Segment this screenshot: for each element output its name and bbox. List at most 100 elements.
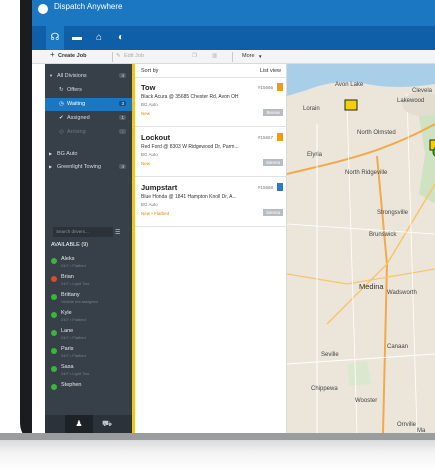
create-job-button[interactable]: Create Job (58, 53, 86, 59)
driver-name: Brittany (61, 292, 80, 298)
app-title: Dispatch Anywhere (54, 2, 123, 11)
plus-icon[interactable]: + (50, 50, 55, 59)
sidebar-item-offers[interactable]: ↻ Offers (45, 84, 132, 97)
driver-search-input[interactable]: Search drivers... (53, 227, 113, 237)
driver-row[interactable]: Stephen (45, 382, 132, 398)
driver-detail: 24/7 • Flatbed (61, 335, 86, 340)
driver-name: Sasa (61, 364, 74, 370)
copy-icon[interactable]: ❐ (192, 53, 197, 59)
sidebar-bottom-bar: ♟ ⛟ (45, 415, 132, 433)
job-card[interactable]: Jumpstart #15668 Blue Honda @ 1841 Hampton… (135, 179, 287, 227)
toolbar-divider (112, 52, 113, 62)
driver-row[interactable]: Kyle 24/7 • Flatbed (45, 310, 132, 326)
driver-detail: Vehicle not assigned (61, 299, 98, 304)
driver-detail: 24/7 • Light Tow (61, 281, 90, 286)
available-header[interactable]: AVAILABLE (9) (51, 242, 88, 248)
map-canvas[interactable] (287, 64, 435, 433)
map-label: Wadsworth (387, 290, 417, 296)
job-number: #15668 (257, 185, 273, 190)
highway (376, 155, 389, 433)
driver-status-dot (51, 366, 57, 372)
app-logo-icon (38, 4, 48, 14)
driver-name: Kyle (61, 310, 72, 316)
expand-icon[interactable]: ▶ (49, 164, 52, 169)
driver-detail: 24/7 • Light Tow (61, 371, 90, 376)
job-account: BG Auto (141, 102, 158, 107)
title-bar: Dispatch Anywhere (32, 0, 435, 26)
map-label: Seville (321, 352, 339, 358)
driver-detail: 24/7 • Flatbed (61, 317, 86, 322)
nav-row: ☊ ▬ ⌂ ◐ (32, 26, 435, 50)
sidebar-item-assigned[interactable]: ✔ Assigned 1 (45, 112, 132, 125)
sidebar-item-bg-auto[interactable]: ▶ BG Auto (45, 148, 132, 161)
sort-by-dropdown[interactable]: Sort by (141, 68, 158, 74)
map-label: Elyria (307, 152, 323, 158)
sidebar-item-arriving[interactable]: ◎ Arriving 1 (45, 126, 132, 139)
more-button[interactable]: More (242, 53, 255, 59)
driver-row[interactable]: Lane 24/7 • Flatbed (45, 328, 132, 344)
job-status: New • Flatbed (141, 211, 170, 216)
job-list-header: Sort by List view (135, 64, 287, 78)
map-view[interactable]: Avon Lake Clevela Lakewood Lorain North Olms… (287, 64, 435, 433)
delete-icon[interactable]: ▥ (212, 53, 217, 59)
expand-icon[interactable]: ▶ (49, 151, 52, 156)
map-label: Chippewa (311, 386, 338, 392)
sidebar-item-all-divisions[interactable]: ▼ All Divisions 4 (45, 70, 132, 83)
truck-icon[interactable]: ▬ (68, 31, 86, 45)
job-card[interactable]: Tow #15666 Black Acura @ 35685 Chester Rd,… (135, 79, 287, 127)
collapse-icon[interactable]: ▼ (49, 73, 53, 78)
laptop-stage: Dispatch Anywhere ☊ ▬ ⌂ ◐ + Create Job ✎… (0, 0, 435, 472)
road (406, 93, 418, 433)
job-type: Lockout (141, 133, 171, 142)
toolbar-divider (232, 52, 233, 62)
driver-row[interactable]: Brittany Vehicle not assigned (45, 292, 132, 308)
toolbar: + Create Job ✎ Edit Job ❐ ▥ More ▼ (32, 50, 435, 64)
car-icon[interactable]: ⛟ (93, 415, 121, 433)
job-list: Sort by List view Tow #15666 Black Acura @… (132, 64, 287, 433)
driver-name: Stephen (61, 382, 82, 388)
globe-icon[interactable]: ◐ (112, 31, 130, 45)
job-address: Blue Honda @ 1841 Hampton Knoll Dr, A... (141, 194, 237, 200)
job-type: Tow (141, 83, 156, 92)
park-area (347, 360, 371, 386)
job-account: BG Auto (141, 202, 158, 207)
job-account: BG Auto (141, 152, 158, 157)
job-type: Jumpstart (141, 183, 178, 192)
chevron-down-icon[interactable]: ▼ (258, 54, 262, 59)
person-icon[interactable]: ♟ (65, 415, 93, 433)
job-card[interactable]: Lockout #15667 Red Ford @ 8303 W Ridgewood… (135, 129, 287, 177)
map-label: Clevela (412, 88, 433, 94)
map-label: Orrville (397, 422, 416, 428)
tow-job-marker[interactable] (344, 99, 358, 111)
flag-icon (277, 183, 283, 191)
driver-name: Lane (61, 328, 74, 334)
map-label: Lakewood (397, 98, 425, 104)
list-icon[interactable]: ☰ (115, 229, 120, 236)
sidebar-item-waiting[interactable]: ◷ Waiting 3 (45, 98, 132, 111)
clock-icon: ◷ (59, 101, 64, 107)
driver-row[interactable]: Paris 24/7 • Flatbed (45, 346, 132, 362)
edit-icon[interactable]: ✎ (116, 53, 121, 59)
driver-status-dot (51, 348, 57, 354)
driver-status-dot (51, 276, 57, 282)
check-icon: ✔ (59, 115, 64, 121)
edit-job-button[interactable]: Edit Job (124, 53, 144, 59)
road (287, 223, 435, 235)
driver-row[interactable]: Sasa 24/7 • Light Tow (45, 364, 132, 380)
driver-status-dot (51, 294, 57, 300)
flag-icon (277, 83, 283, 91)
map-label: Canaan (387, 344, 409, 350)
map-label: Medina (359, 282, 384, 291)
driver-row[interactable]: Aleks 24/7 • Flatbed (45, 256, 132, 272)
flag-icon (277, 133, 283, 141)
job-tag: Bessie (263, 109, 283, 116)
list-view-dropdown[interactable]: List view (260, 68, 281, 74)
map-label: Strongsville (377, 210, 409, 216)
sidebar-item-greenlight-towing[interactable]: ▶ Greenlight Towing 4 (45, 161, 132, 174)
driver-row[interactable]: Brian 24/7 • Light Tow (45, 274, 132, 290)
driver-name: Aleks (61, 256, 75, 262)
dispatch-headset-icon[interactable]: ☊ (46, 26, 64, 50)
building-icon[interactable]: ⌂ (90, 31, 108, 45)
laptop-base (0, 440, 435, 472)
driver-status-dot (51, 384, 57, 390)
